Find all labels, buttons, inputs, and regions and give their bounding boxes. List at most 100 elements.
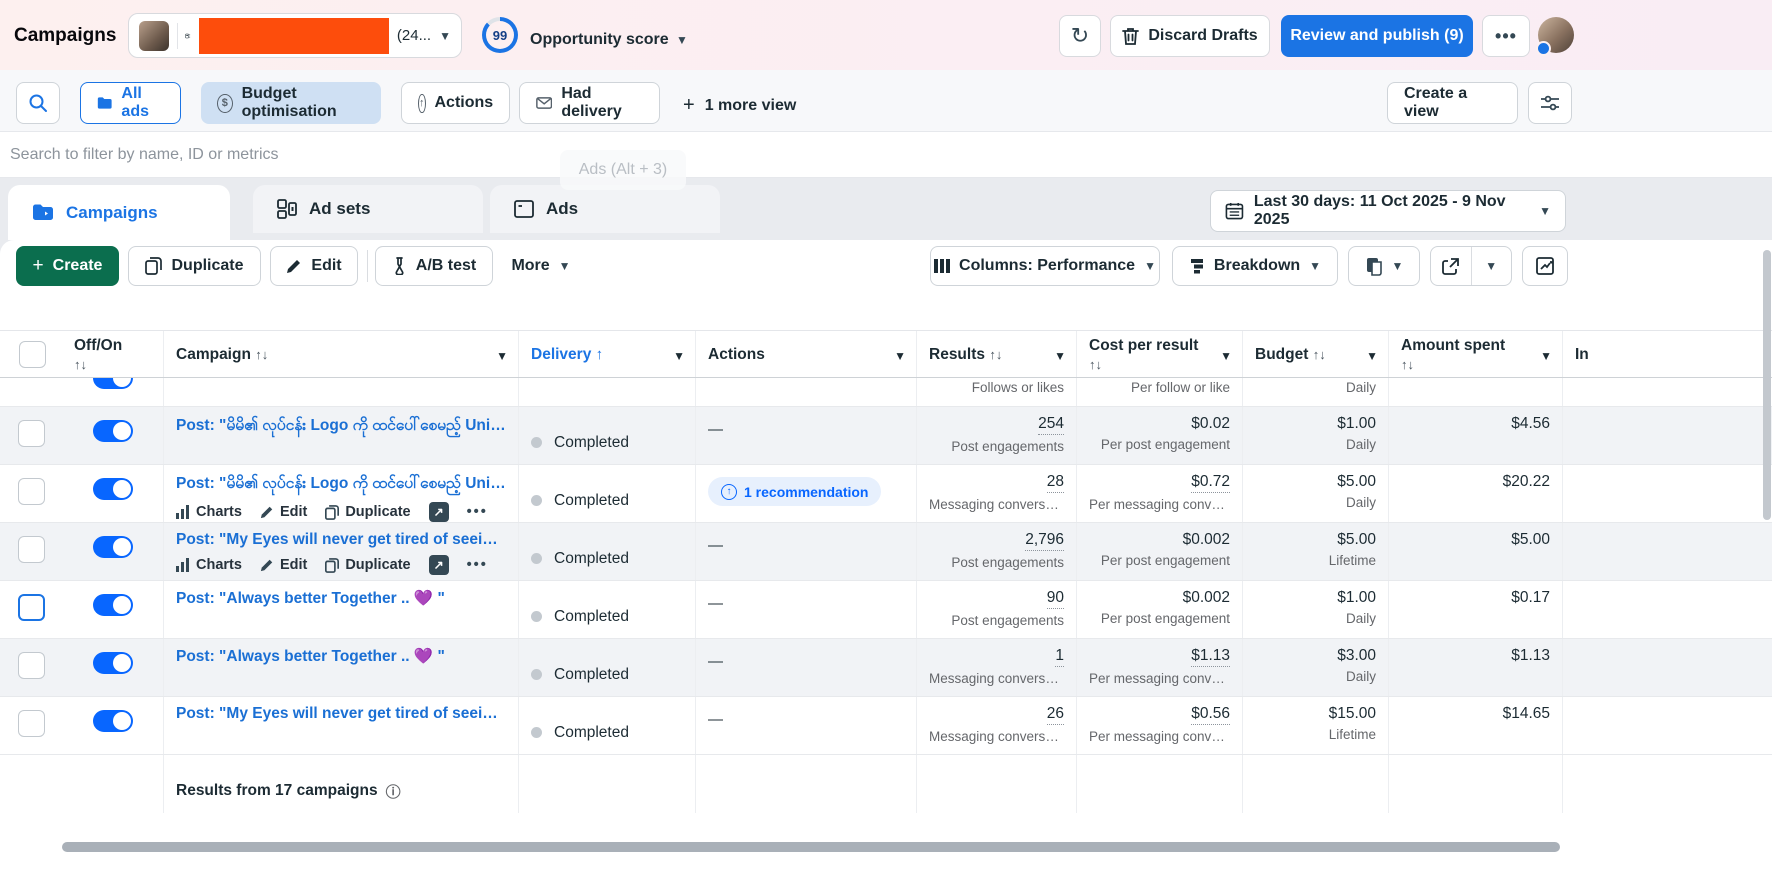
row-checkbox[interactable] (18, 594, 45, 621)
opportunity-score-label[interactable]: Opportunity score (530, 31, 669, 49)
table-row[interactable]: Post: "မိမိ၏ လုပ်ငန်း Logo ကို ထင်ပေါ်စေ… (0, 465, 1772, 523)
campaign-toggle[interactable] (93, 378, 133, 389)
table-row[interactable]: Post: "မိမိ၏ လုပ်ငန်း Logo ကို ထင်ပေါ်စေ… (0, 407, 1772, 465)
filter-caret-icon[interactable]: ▼ (1366, 349, 1378, 364)
horizontal-scrollbar-thumb[interactable] (62, 842, 1560, 852)
campaign-name-link[interactable]: Post: "My Eyes will never get tired of s… (176, 705, 506, 723)
reports-button[interactable]: ▼ (1348, 246, 1420, 286)
profile-avatar[interactable] (1538, 17, 1574, 53)
charts-action[interactable]: Charts (176, 504, 242, 520)
export-menu[interactable]: ▼ (1471, 247, 1512, 285)
charts-action[interactable]: Charts (176, 557, 242, 573)
opportunity-score-ring[interactable]: 99 (482, 17, 518, 53)
results-value[interactable]: 1 (1055, 647, 1064, 667)
row-more-actions[interactable]: ••• (467, 557, 488, 573)
filter-caret-icon[interactable]: ▼ (1540, 349, 1552, 364)
cost-per-result-value[interactable]: $0.002 (1183, 589, 1230, 607)
edit-button[interactable]: Edit (270, 246, 358, 286)
one-more-view-button[interactable]: + 1 more view (683, 94, 796, 117)
chevron-down-icon[interactable]: ▼ (676, 33, 688, 47)
tab-ads[interactable]: Ads (490, 185, 720, 233)
cost-per-result-value[interactable]: $1.13 (1191, 647, 1230, 667)
view-actions[interactable]: ↑ Actions (401, 82, 510, 124)
breakdown-button[interactable]: Breakdown ▼ (1172, 246, 1338, 286)
filter-caret-icon[interactable]: ▼ (496, 349, 508, 364)
cost-per-result-value[interactable]: $0.02 (1191, 415, 1230, 433)
more-options-button[interactable]: ••• (1482, 15, 1530, 57)
campaign-name-link[interactable]: Post: "My Eyes will never get tired of s… (176, 531, 506, 549)
create-view-button[interactable]: Create a view (1387, 82, 1518, 124)
col-amount-spent[interactable]: Amount spent ↑↓ ▼ (1388, 331, 1562, 377)
row-checkbox[interactable] (18, 710, 45, 737)
tab-ad-sets[interactable]: Ad sets (253, 185, 483, 233)
campaign-toggle[interactable] (93, 710, 133, 732)
row-checkbox[interactable] (18, 420, 45, 447)
campaign-toggle[interactable] (93, 536, 133, 558)
search-view-button[interactable] (16, 82, 60, 124)
search-input[interactable] (10, 136, 1760, 174)
campaign-name-link[interactable]: Post: "Always better Together .. 💜 " (176, 647, 506, 666)
insights-icon[interactable]: ↗ (429, 502, 449, 522)
table-row[interactable]: Post: "Always better Together .. 💜 " Cha… (0, 639, 1772, 697)
account-selector[interactable]: (24... ▼ (128, 13, 462, 58)
col-next-partial[interactable]: In (1562, 331, 1772, 377)
tab-campaigns[interactable]: Campaigns (8, 185, 230, 240)
col-results[interactable]: Results ↑↓ ▼ (916, 331, 1076, 377)
review-publish-button[interactable]: Review and publish (9) (1281, 15, 1473, 57)
results-value[interactable]: 254 (1038, 415, 1064, 435)
vertical-scrollbar[interactable] (1763, 250, 1771, 520)
more-button[interactable]: More ▼ (502, 246, 580, 286)
insights-icon[interactable]: ↗ (429, 555, 449, 575)
view-had-delivery[interactable]: Had delivery (519, 82, 660, 124)
table-row[interactable]: Post: "My Eyes will never get tired of s… (0, 523, 1772, 581)
view-budget-optimisation[interactable]: $ Budget optimisation (201, 82, 381, 124)
row-more-actions[interactable]: ••• (467, 504, 488, 520)
col-delivery[interactable]: Delivery ↑ ▼ (518, 331, 695, 377)
duplicate-action[interactable]: Duplicate (325, 504, 410, 520)
export-button[interactable]: ▼ (1430, 246, 1512, 286)
row-checkbox[interactable] (18, 536, 45, 563)
table-row[interactable]: Post: "Always better Together .. 💜 " Cha… (0, 581, 1772, 639)
col-campaign[interactable]: Campaign ↑↓ ▼ (163, 331, 518, 377)
view-settings-button[interactable] (1528, 82, 1572, 124)
campaign-name-link[interactable]: Post: "မိမိ၏ လုပ်ငန်း Logo ကို ထင်ပေါ်စေ… (176, 415, 506, 438)
results-value[interactable]: 26 (1047, 705, 1064, 725)
date-range-selector[interactable]: Last 30 days: 11 Oct 2025 - 9 Nov 2025 ▼ (1210, 190, 1566, 232)
discard-drafts-button[interactable]: Discard Drafts (1110, 15, 1270, 57)
ab-test-button[interactable]: A/B test (375, 246, 493, 286)
col-cost-per-result[interactable]: Cost per result ↑↓ ▼ (1076, 331, 1242, 377)
cost-per-result-value[interactable]: $0.002 (1183, 531, 1230, 549)
filter-caret-icon[interactable]: ▼ (894, 349, 906, 364)
filter-caret-icon[interactable]: ▼ (1220, 349, 1232, 364)
row-checkbox[interactable] (18, 478, 45, 505)
col-budget[interactable]: Budget ↑↓ ▼ (1242, 331, 1388, 377)
campaign-name-link[interactable]: Post: "မိမိ၏ လုပ်ငန်း Logo ကို ထင်ပေါ်စေ… (176, 473, 506, 496)
duplicate-action[interactable]: Duplicate (325, 557, 410, 573)
row-checkbox[interactable] (18, 652, 45, 679)
refresh-button[interactable]: ↻ (1059, 15, 1101, 57)
campaign-toggle[interactable] (93, 478, 133, 500)
edit-action[interactable]: Edit (260, 557, 307, 573)
results-value[interactable]: 2,796 (1025, 531, 1064, 551)
cost-per-result-value[interactable]: $0.72 (1191, 473, 1230, 493)
campaign-toggle[interactable] (93, 652, 133, 674)
columns-button[interactable]: Columns: Performance ▼ (930, 246, 1160, 286)
charts-panel-button[interactable] (1522, 246, 1568, 286)
campaign-toggle[interactable] (93, 594, 133, 616)
cost-per-result-value[interactable]: $0.56 (1191, 705, 1230, 725)
campaign-toggle[interactable] (93, 420, 133, 442)
info-icon[interactable]: ⓘ (386, 781, 401, 802)
export-action[interactable] (1431, 247, 1471, 285)
filter-caret-icon[interactable]: ▼ (673, 349, 685, 364)
results-value[interactable]: 90 (1047, 589, 1064, 609)
horizontal-scrollbar[interactable] (0, 838, 1772, 856)
filter-caret-icon[interactable]: ▼ (1054, 349, 1066, 364)
view-all-ads[interactable]: All ads (80, 82, 181, 124)
col-off-on[interactable]: Off/On ↑↓ (62, 331, 163, 377)
create-button[interactable]: + Create (16, 246, 119, 286)
select-all-checkbox[interactable] (19, 341, 46, 368)
campaign-name-link[interactable]: Post: "Always better Together .. 💜 " (176, 589, 506, 608)
results-value[interactable]: 28 (1047, 473, 1064, 493)
duplicate-button[interactable]: Duplicate (128, 246, 261, 286)
col-actions[interactable]: Actions ▼ (695, 331, 916, 377)
